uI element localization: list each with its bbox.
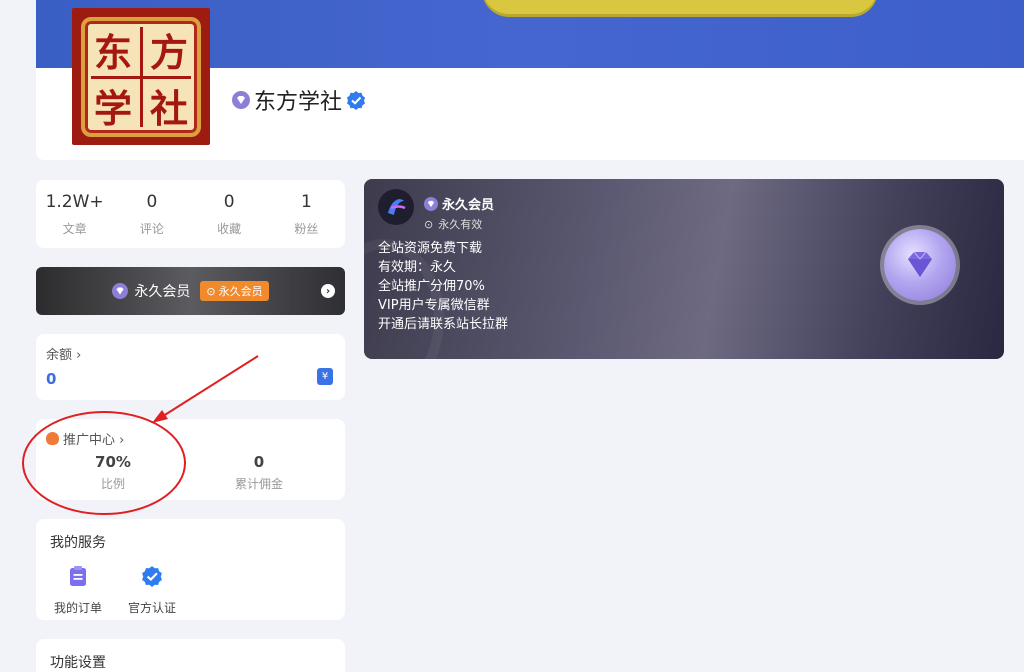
- stats-card: 1.2W+ 文章 0 评论 0 收藏 1 粉丝: [36, 180, 345, 248]
- vip-detail-card[interactable]: 永久会员 ⊙ 永久有效 全站资源免费下载 有效期：永久 全站推广分佣70% VI…: [364, 179, 1004, 359]
- vip-benefits-list: 全站资源免费下载 有效期：永久 全站推广分佣70% VIP用户专属微信群 开通后…: [378, 239, 508, 334]
- stat-favorites[interactable]: 0 收藏: [191, 180, 268, 248]
- commission-value: 0: [253, 453, 265, 471]
- stat-articles[interactable]: 1.2W+ 文章: [36, 180, 113, 248]
- diamond-vip-icon: [112, 283, 129, 299]
- vip-benefit: 全站推广分佣70%: [378, 279, 485, 294]
- balance-title: 余额 ›: [46, 348, 82, 363]
- stat-label: 粉丝: [294, 222, 319, 236]
- promotion-title-row[interactable]: 推广中心 ›: [46, 429, 124, 448]
- stat-label: 收藏: [217, 222, 242, 236]
- clock-icon: ⊙: [424, 217, 434, 231]
- service-official-verification[interactable]: 官方认证: [122, 565, 182, 616]
- promotion-card[interactable]: 推广中心 › 70% 比例 0 累计佣金: [36, 419, 345, 500]
- avatar[interactable]: 东 方 学 社: [72, 8, 210, 145]
- vip-badge-label: 永久会员: [218, 285, 263, 298]
- vip-benefit: 开通后请联系站长拉群: [378, 317, 509, 332]
- ratio-value: 70%: [95, 453, 131, 471]
- stat-value: 1.2W+: [45, 192, 104, 212]
- logo-char: 社: [149, 85, 188, 131]
- profile-name: 东方学社: [254, 90, 343, 115]
- vip-badge: ⊙ 永久会员: [200, 281, 269, 301]
- commission-label: 累计佣金: [234, 477, 283, 491]
- promotion-title: 推广中心 ›: [63, 433, 125, 448]
- function-settings-title: 功能设置: [50, 655, 106, 671]
- banner-decoration: [482, 0, 878, 14]
- stat-comments[interactable]: 0 评论: [113, 180, 190, 248]
- services-title: 我的服务: [50, 535, 106, 551]
- logo-char: 东: [93, 29, 132, 75]
- clock-icon: ⊙: [206, 284, 216, 298]
- vip-benefit: VIP用户专属微信群: [378, 298, 490, 313]
- clipboard-icon: [70, 566, 86, 586]
- service-my-orders[interactable]: 我的订单: [48, 565, 108, 616]
- vip-benefit: 有效期：永久: [378, 260, 457, 275]
- vip-card-header: 永久会员 ⊙ 永久有效: [424, 194, 494, 232]
- vip-status-bar[interactable]: 永久会员 ⊙ 永久会员 ›: [36, 267, 345, 315]
- stat-followers[interactable]: 1 粉丝: [268, 180, 345, 248]
- money-bag-icon: [46, 432, 59, 445]
- diamond-vip-icon: [232, 91, 250, 109]
- verified-badge-icon: [142, 566, 162, 587]
- promotion-commission: 0 累计佣金: [184, 453, 334, 492]
- vip-status-label: 永久会员: [134, 284, 191, 300]
- vip-card-title: 永久会员: [442, 198, 495, 213]
- profile-name-row: 东方学社: [232, 84, 366, 116]
- wallet-icon: ¥: [317, 368, 333, 385]
- stat-value: 0: [223, 192, 235, 212]
- diamond-badge-icon: [884, 229, 956, 301]
- function-settings-card: 功能设置: [36, 639, 345, 672]
- diamond-vip-icon: [424, 196, 438, 211]
- stat-label: 文章: [62, 222, 87, 236]
- logo-char: 学: [93, 85, 132, 131]
- vip-benefit: 全站资源免费下载: [378, 241, 483, 256]
- balance-card[interactable]: 余额 › 0 ¥: [36, 334, 345, 400]
- logo-char: 方: [149, 29, 188, 75]
- profile-header: 东 方 学 社 东方学社: [36, 0, 1024, 160]
- stat-value: 1: [300, 192, 312, 212]
- verified-icon: [347, 91, 366, 110]
- vip-card-validity: 永久有效: [438, 218, 483, 231]
- service-label: 我的订单: [53, 601, 102, 615]
- chevron-right-icon[interactable]: ›: [321, 284, 335, 298]
- service-label: 官方认证: [127, 601, 176, 615]
- services-card: 我的服务 我的订单 官方认证: [36, 519, 345, 620]
- promotion-ratio: 70% 比例: [38, 453, 188, 492]
- ratio-label: 比例: [100, 477, 125, 491]
- stat-label: 评论: [139, 222, 164, 236]
- stat-value: 0: [146, 192, 158, 212]
- site-logo-icon: [378, 189, 414, 225]
- balance-value: 0: [46, 370, 57, 388]
